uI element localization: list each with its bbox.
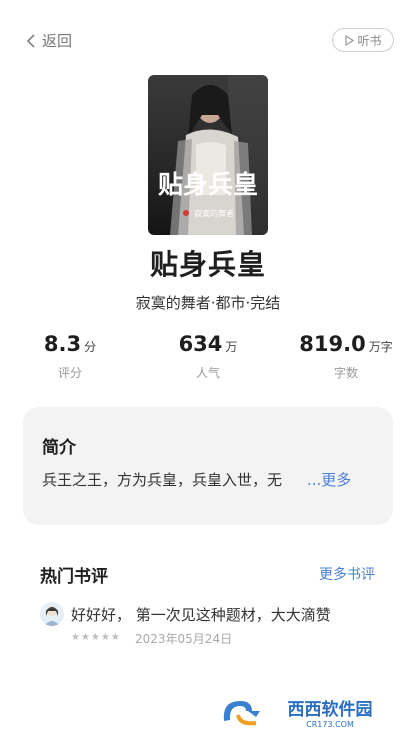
stat-value: 634: [178, 332, 223, 356]
intro-text: 兵王之王，方为兵皇，兵皇入世，无: [42, 471, 283, 489]
chevron-left-icon: [26, 33, 35, 48]
star-icon: ★: [110, 632, 120, 643]
stat-value: 8.3: [43, 332, 82, 356]
star-icon: ★: [100, 632, 110, 643]
stat-word-count: 819.0 万字 字数: [276, 332, 416, 381]
back-label: 返回: [42, 32, 73, 50]
stat-label: 人气: [195, 366, 220, 380]
back-button[interactable]: 返回: [24, 30, 72, 51]
star-icon: ★: [80, 632, 90, 643]
play-icon: [345, 34, 355, 46]
top-bar: 返回 听书: [0, 0, 416, 80]
star-icon: ★: [90, 632, 100, 643]
watermark-url: CR173.COM: [306, 720, 354, 729]
cover-title: 贴身兵皇: [158, 170, 258, 199]
listen-button[interactable]: 听书: [332, 28, 394, 52]
stat-rating: 8.3 分 评分: [0, 332, 140, 381]
site-watermark: 西西软件园 CR173.COM: [218, 693, 396, 731]
stat-unit: 万字: [368, 340, 393, 354]
stat-value: 819.0: [299, 332, 366, 356]
intro-card: 简介 兵王之王，方为兵皇，兵皇入世，无 ...更多: [23, 407, 393, 525]
reviews-heading: 热门书评: [40, 567, 108, 587]
review-date: 2023年05月24日: [135, 632, 233, 646]
book-stats: 8.3 分 评分 634 万 人气 819.0 万字 字数: [0, 332, 416, 392]
stat-label: 字数: [333, 366, 358, 380]
more-reviews-link[interactable]: 更多书评: [319, 564, 375, 584]
book-meta: 寂寞的舞者·都市·完结: [135, 294, 281, 312]
star-icon: ★: [71, 632, 80, 643]
stat-label: 评分: [57, 366, 82, 380]
watermark-text: 西西软件园: [288, 699, 373, 720]
intro-more-link[interactable]: ...更多: [307, 469, 351, 490]
book-cover[interactable]: 贴身兵皇 寂寞的舞者: [148, 75, 268, 235]
avatar: [40, 602, 64, 626]
stat-popularity: 634 万 人气: [138, 332, 278, 381]
review-text: 好好好， 第一次见这种题材，大大滴赞: [71, 606, 331, 624]
cover-author: 寂寞的舞者: [194, 208, 234, 218]
listen-label: 听书: [357, 33, 382, 48]
review-rating: ★ ★ ★ ★ ★: [71, 632, 120, 644]
intro-heading: 简介: [42, 438, 76, 458]
stat-unit: 分: [84, 340, 97, 354]
stat-unit: 万: [225, 340, 238, 354]
book-title: 贴身兵皇: [149, 248, 266, 281]
